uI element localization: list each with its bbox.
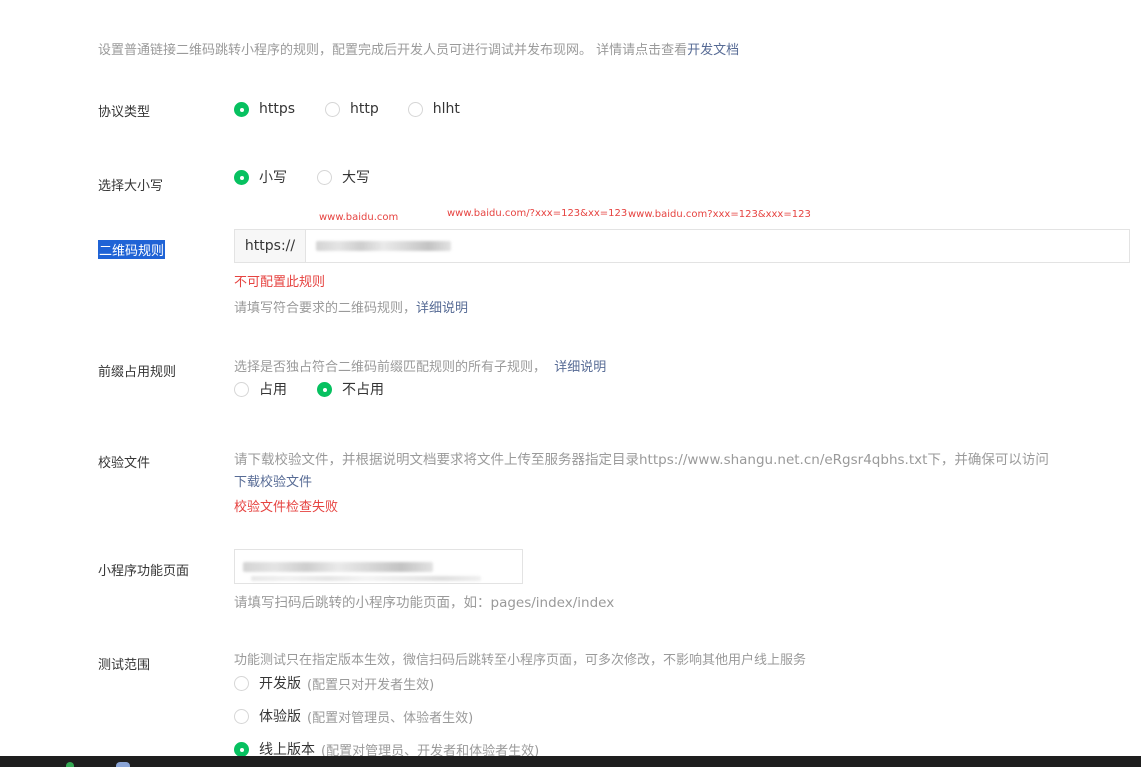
case-radio-lower[interactable]: 小写	[234, 167, 287, 187]
prefix-radio-occupy[interactable]: 占用	[234, 379, 287, 399]
verify-file-desc: 请下载校验文件，并根据说明文档要求将文件上传至服务器指定目录https://ww…	[234, 452, 1049, 468]
prefix-radio-not-occupy[interactable]: 不占用	[317, 379, 384, 399]
annotation-example: www.baidu.com?xxx=123&xxx=123	[628, 209, 811, 220]
prefix-rule-radio-group: 占用 不占用	[234, 379, 414, 399]
page-hint: 请填写扫码后跳转的小程序功能页面，如：pages/index/index	[234, 595, 615, 611]
intro-text: 设置普通链接二维码跳转小程序的规则，配置完成后开发人员可进行调试并发布现网。 详…	[98, 39, 739, 58]
scope-radio-dev[interactable]: 开发版 (配置只对开发者生效)	[234, 673, 434, 693]
annotation-example: www.baidu.com	[319, 212, 399, 223]
verify-file-error: 校验文件检查失败	[234, 500, 339, 515]
protocol-option-label: hlht	[432, 101, 460, 117]
download-verify-file-link[interactable]: 下载校验文件	[234, 471, 312, 490]
prefix-rule-detail-link[interactable]: 详细说明	[554, 360, 606, 375]
redacted-text	[251, 576, 481, 581]
protocol-option-label: https	[259, 101, 296, 117]
radio-checked-icon[interactable]	[234, 169, 249, 185]
qr-rule-prefix: https://	[235, 230, 306, 262]
protocol-radio-https[interactable]: https	[234, 101, 295, 117]
qr-rule-hint-text: 请填写符合要求的二维码规则，	[234, 301, 417, 316]
case-radio-upper[interactable]: 大写	[317, 167, 370, 187]
verify-file-label: 校验文件	[98, 456, 151, 471]
app-icon[interactable]	[66, 762, 74, 767]
qr-rule-hint: 请填写符合要求的二维码规则，详细说明	[234, 297, 468, 316]
case-radio-group: 小写 大写	[234, 167, 400, 187]
radio-unchecked-icon[interactable]	[234, 381, 249, 397]
case-label: 选择大小写	[98, 179, 164, 194]
radio-checked-icon[interactable]	[234, 101, 249, 117]
qr-rule-error: 不可配置此规则	[234, 275, 326, 290]
prefix-option-label: 不占用	[342, 382, 384, 398]
scope-option-label: 开发版	[259, 676, 301, 692]
intro-description: 设置普通链接二维码跳转小程序的规则，配置完成后开发人员可进行调试并发布现网。 详…	[98, 43, 688, 58]
radio-unchecked-icon[interactable]	[325, 101, 341, 117]
scope-option-note: (配置对管理员、体验者生效)	[307, 710, 474, 726]
app-icon[interactable]	[116, 762, 130, 767]
prefix-option-label: 占用	[259, 382, 287, 398]
redacted-text	[243, 562, 433, 572]
page-path-input[interactable]	[234, 549, 523, 584]
prefix-rule-desc: 选择是否独占符合二维码前缀匹配规则的所有子规则， 详细说明	[234, 356, 606, 375]
prefix-rule-label: 前缀占用规则	[98, 365, 177, 380]
radio-unchecked-icon[interactable]	[407, 101, 423, 117]
radio-checked-icon[interactable]	[317, 381, 332, 397]
test-scope-desc: 功能测试只在指定版本生效，微信扫码后跳转至小程序页面，可多次修改，不影响其他用户…	[234, 653, 807, 668]
radio-unchecked-icon[interactable]	[317, 169, 332, 185]
radio-unchecked-icon[interactable]	[234, 675, 249, 691]
protocol-radio-http[interactable]: http	[325, 101, 379, 117]
redacted-text	[316, 241, 451, 251]
qr-rule-detail-link[interactable]: 详细说明	[416, 301, 468, 316]
protocol-radio-group: https http hlht	[234, 101, 490, 117]
protocol-type-label: 协议类型	[98, 105, 151, 120]
test-scope-label: 测试范围	[98, 658, 151, 673]
scope-option-note: (配置只对开发者生效)	[307, 677, 435, 693]
protocol-option-label: http	[350, 101, 379, 117]
annotation-example: www.baidu.com/?xxx=123&xx=123	[447, 208, 628, 219]
protocol-radio-hlht[interactable]: hlht	[407, 101, 460, 117]
scope-option-label: 体验版	[259, 709, 301, 725]
case-option-label: 大写	[342, 170, 370, 186]
qr-rule-label: 二维码规则	[98, 240, 166, 259]
radio-unchecked-icon[interactable]	[234, 708, 249, 724]
prefix-rule-desc-text: 选择是否独占符合二维码前缀匹配规则的所有子规则，	[234, 360, 547, 375]
case-option-label: 小写	[259, 170, 287, 186]
qr-rule-value[interactable]	[306, 230, 1129, 262]
taskbar	[0, 756, 1141, 767]
scope-radio-trial[interactable]: 体验版 (配置对管理员、体验者生效)	[234, 706, 473, 726]
dev-docs-link[interactable]: 开发文档	[687, 43, 739, 58]
page-label: 小程序功能页面	[98, 564, 190, 579]
qr-rule-input[interactable]: https://	[234, 229, 1130, 263]
radio-checked-icon[interactable]	[234, 741, 249, 757]
